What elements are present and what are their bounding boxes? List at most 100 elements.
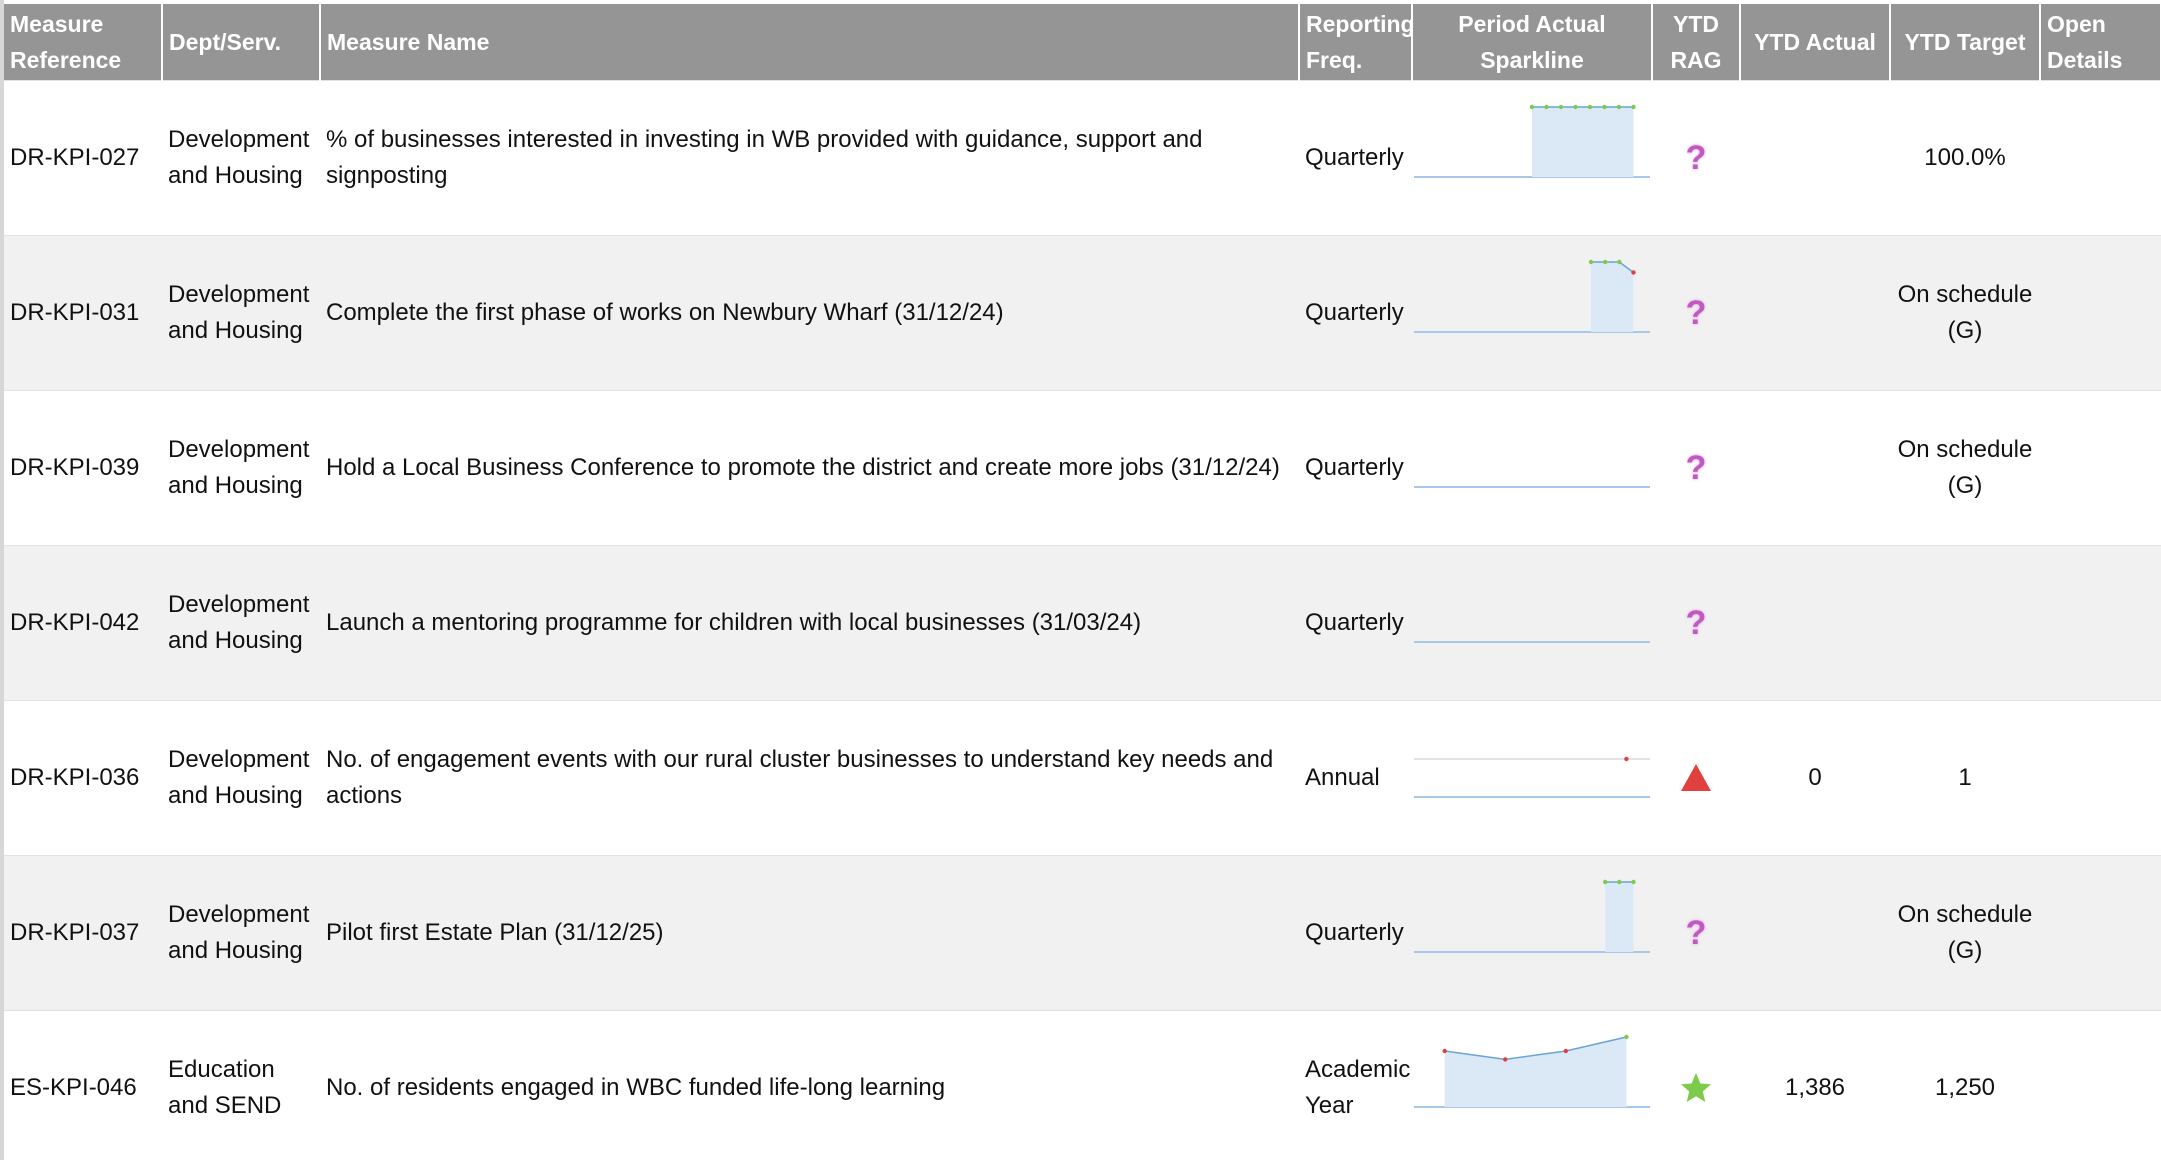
question-icon: ? [1658, 605, 1734, 641]
cell-sparkline [1412, 701, 1652, 856]
cell-measure-name: No. of residents engaged in WBC funded l… [320, 1011, 1299, 1165]
question-icon: ? [1658, 140, 1734, 176]
name-text: Launch a mentoring programme for childre… [326, 605, 1293, 641]
cell-open-details[interactable] [2040, 236, 2161, 391]
dept-text: Education and SEND [168, 1052, 314, 1124]
ref-text: DR-KPI-036 [10, 760, 156, 796]
ytd-target-text: On schedule (G) [1898, 901, 2033, 964]
cell-dept-serv: Development and Housing [162, 701, 320, 856]
sparkline-area [1605, 882, 1633, 952]
cell-measure-name: No. of engagement events with our rural … [320, 701, 1299, 856]
cell-dept-serv: Development and Housing [162, 81, 320, 236]
cell-ytd-actual [1740, 546, 1890, 701]
cell-ytd-actual: 1,386 [1740, 1011, 1890, 1165]
col-header-measure-name[interactable]: Measure Name [320, 4, 1299, 81]
col-header-open-details[interactable]: Open Details [2040, 4, 2161, 81]
dept-text: Development and Housing [168, 742, 314, 814]
cell-ytd-target: On schedule (G) [1890, 236, 2040, 391]
sparkline-point [1564, 1049, 1568, 1053]
sparkline-chart [1414, 1011, 1650, 1165]
sparkline-point [1602, 105, 1606, 109]
cell-open-details[interactable] [2040, 546, 2161, 701]
sparkline-point [1617, 260, 1621, 264]
sparkline-point [1530, 105, 1534, 109]
table-row[interactable]: DR-KPI-027 Development and Housing % of … [4, 81, 2161, 236]
table-row[interactable]: DR-KPI-037 Development and Housing Pilot… [4, 856, 2161, 1011]
freq-text: Quarterly [1305, 140, 1406, 176]
cell-measure-name: % of businesses interested in investing … [320, 81, 1299, 236]
sparkline-point [1559, 105, 1563, 109]
cell-open-details[interactable] [2040, 81, 2161, 236]
sparkline-point [1442, 1049, 1446, 1053]
cell-ytd-actual [1740, 236, 1890, 391]
ref-text: DR-KPI-031 [10, 295, 156, 331]
cell-ytd-actual [1740, 856, 1890, 1011]
cell-dept-serv: Development and Housing [162, 546, 320, 701]
dept-text: Development and Housing [168, 897, 314, 969]
table-row[interactable]: DR-KPI-042 Development and Housing Launc… [4, 546, 2161, 701]
sparkline-chart [1414, 546, 1650, 700]
freq-text: Quarterly [1305, 915, 1406, 951]
cell-reporting-freq: Quarterly [1299, 546, 1412, 701]
kpi-table: Measure Reference Dept/Serv. Measure Nam… [4, 4, 2161, 1165]
cell-sparkline [1412, 856, 1652, 1011]
cell-reporting-freq: Academic Year [1299, 1011, 1412, 1165]
ytd-target-text: 1 [1958, 764, 1971, 791]
sparkline-point [1631, 105, 1635, 109]
table-header-row: Measure Reference Dept/Serv. Measure Nam… [4, 4, 2161, 81]
dept-text: Development and Housing [168, 122, 314, 194]
ref-text: ES-KPI-046 [10, 1070, 156, 1106]
freq-text: Quarterly [1305, 605, 1406, 641]
cell-dept-serv: Development and Housing [162, 236, 320, 391]
sparkline-chart [1414, 81, 1650, 235]
cell-sparkline [1412, 236, 1652, 391]
cell-reporting-freq: Annual [1299, 701, 1412, 856]
table-row[interactable]: DR-KPI-039 Development and Housing Hold … [4, 391, 2161, 546]
cell-measure-reference: DR-KPI-027 [4, 81, 162, 236]
col-header-dept-serv[interactable]: Dept/Serv. [162, 4, 320, 81]
freq-text: Annual [1305, 760, 1406, 796]
sparkline-area [1532, 107, 1633, 177]
cell-open-details[interactable] [2040, 1011, 2161, 1165]
cell-open-details[interactable] [2040, 701, 2161, 856]
col-header-sparkline[interactable]: Period Actual Sparkline [1412, 4, 1652, 81]
sparkline-point [1603, 260, 1607, 264]
cell-reporting-freq: Quarterly [1299, 391, 1412, 546]
sparkline-point [1624, 1035, 1628, 1039]
col-header-ytd-target[interactable]: YTD Target [1890, 4, 2040, 81]
table-row[interactable]: DR-KPI-031 Development and Housing Compl… [4, 236, 2161, 391]
cell-ytd-actual [1740, 81, 1890, 236]
green-star-icon [1678, 1070, 1714, 1106]
name-text: Pilot first Estate Plan (31/12/25) [326, 915, 1293, 951]
sparkline-area [1591, 262, 1633, 332]
cell-open-details[interactable] [2040, 856, 2161, 1011]
freq-text: Academic Year [1305, 1052, 1406, 1124]
name-text: No. of residents engaged in WBC funded l… [326, 1070, 1293, 1106]
col-header-ytd-rag[interactable]: YTD RAG [1652, 4, 1740, 81]
sparkline-point [1544, 105, 1548, 109]
cell-measure-name: Pilot first Estate Plan (31/12/25) [320, 856, 1299, 1011]
sparkline-chart [1414, 236, 1650, 390]
sparkline-chart [1414, 391, 1650, 545]
cell-ytd-target [1890, 546, 2040, 701]
cell-ytd-rag: ? [1652, 236, 1740, 391]
cell-measure-reference: DR-KPI-031 [4, 236, 162, 391]
kpi-table-container: Measure Reference Dept/Serv. Measure Nam… [4, 4, 2161, 1165]
sparkline-point [1624, 757, 1628, 761]
cell-ytd-actual [1740, 391, 1890, 546]
cell-measure-reference: DR-KPI-037 [4, 856, 162, 1011]
table-row[interactable]: DR-KPI-036 Development and Housing No. o… [4, 701, 2161, 856]
sparkline-point [1588, 105, 1592, 109]
col-header-measure-reference[interactable]: Measure Reference [4, 4, 162, 81]
ref-text: DR-KPI-027 [10, 140, 156, 176]
cell-ytd-rag: ? [1652, 391, 1740, 546]
ytd-actual-text: 1,386 [1785, 1074, 1845, 1101]
sparkline-point [1589, 260, 1593, 264]
cell-open-details[interactable] [2040, 391, 2161, 546]
col-header-ytd-actual[interactable]: YTD Actual [1740, 4, 1890, 81]
col-header-reporting-freq[interactable]: Reporting Freq. [1299, 4, 1412, 81]
cell-reporting-freq: Quarterly [1299, 236, 1412, 391]
table-row[interactable]: ES-KPI-046 Education and SEND No. of res… [4, 1011, 2161, 1165]
sparkline-point [1503, 1057, 1507, 1061]
sparkline-point [1617, 880, 1621, 884]
